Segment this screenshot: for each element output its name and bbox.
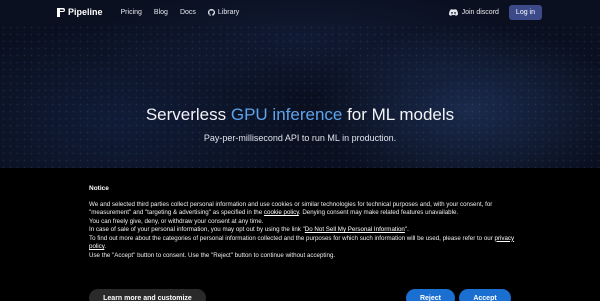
cookie-p4-text-b: . bbox=[104, 243, 107, 251]
nav-links: Pricing Blog Docs Library bbox=[121, 8, 240, 16]
nav-link-blog[interactable]: Blog bbox=[154, 9, 168, 16]
cookie-buttons: Learn more and customize Reject Accept bbox=[89, 289, 511, 301]
nav-right: Join discord Log in bbox=[448, 4, 542, 20]
nav-link-pricing[interactable]: Pricing bbox=[121, 9, 142, 16]
nav-link-library[interactable]: Library bbox=[207, 8, 240, 16]
reject-button[interactable]: Reject bbox=[406, 289, 455, 301]
cookie-p3-text-b: ". bbox=[404, 226, 409, 234]
login-button[interactable]: Log in bbox=[508, 4, 542, 20]
do-not-sell-link[interactable]: Do Not Sell My Personal Information bbox=[305, 226, 405, 233]
hero-title-post: for ML models bbox=[342, 105, 455, 124]
logo-text: Pipeline bbox=[68, 7, 103, 17]
github-icon bbox=[207, 8, 215, 16]
cookie-banner-content: Notice We and selected third parties col… bbox=[89, 185, 515, 260]
discord-icon bbox=[448, 8, 458, 16]
cookie-notice-title: Notice bbox=[89, 185, 109, 192]
cookie-banner: Notice We and selected third parties col… bbox=[0, 168, 600, 301]
join-discord-link[interactable]: Join discord bbox=[448, 8, 499, 16]
cookie-paragraph-3: In case of sale of your personal informa… bbox=[89, 226, 515, 234]
hero-subtitle: Pay-per-millisecond API to run ML in pro… bbox=[203, 133, 397, 143]
cookie-paragraph-5: Use the "Accept" button to consent. Use … bbox=[89, 251, 336, 259]
nav-link-library-label: Library bbox=[217, 8, 240, 16]
accept-button[interactable]: Accept bbox=[459, 289, 511, 301]
cookie-paragraph-2: You can freely give, deny, or withdraw y… bbox=[89, 217, 264, 225]
cookie-notice-body: We and selected third parties collect pe… bbox=[89, 201, 515, 260]
nav-link-docs[interactable]: Docs bbox=[180, 9, 196, 16]
cookie-paragraph-1: We and selected third parties collect pe… bbox=[89, 201, 515, 218]
hero-title-pre: Serverless bbox=[145, 105, 231, 124]
pipeline-logo-icon bbox=[57, 7, 65, 17]
cookie-p4-text-a: To find out more about the categories of… bbox=[89, 234, 495, 242]
hero-title-accent: GPU inference bbox=[230, 105, 343, 124]
cookie-policy-link[interactable]: cookie policy bbox=[264, 209, 299, 216]
hero-title: Serverless GPU inference for ML models bbox=[0, 105, 600, 125]
cookie-p1-text-b: . Denying consent may make related featu… bbox=[298, 209, 459, 217]
cookie-paragraph-4: To find out more about the categories of… bbox=[89, 235, 515, 252]
join-discord-label: Join discord bbox=[461, 8, 499, 16]
top-navbar: Pipeline Pricing Blog Docs Library Join … bbox=[0, 0, 600, 24]
hero-dot-pattern bbox=[0, 24, 600, 174]
learn-more-button[interactable]: Learn more and customize bbox=[89, 289, 206, 301]
cookie-p3-text-a: In case of sale of your personal informa… bbox=[89, 226, 305, 234]
logo[interactable]: Pipeline bbox=[57, 7, 103, 17]
